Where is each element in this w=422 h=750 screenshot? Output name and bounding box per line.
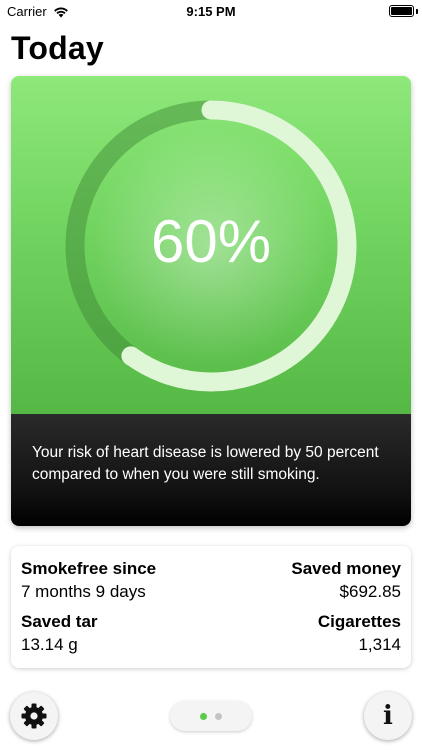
milestone-card[interactable]: 60% Your risk of heart disease is lowere… xyxy=(11,76,411,526)
info-icon: i xyxy=(383,701,393,731)
stat-saved-money-value: $692.85 xyxy=(339,582,401,601)
stat-saved-money-label: Saved money xyxy=(291,559,401,578)
stat-cigarettes: Cigarettes 1,314 xyxy=(318,611,401,657)
milestone-progress-panel: 60% xyxy=(11,76,411,414)
page-indicator[interactable] xyxy=(170,701,252,731)
milestone-description: Your risk of heart disease is lowered by… xyxy=(32,444,379,483)
stat-smokefree: Smokefree since 7 months 9 days xyxy=(21,558,156,604)
stats-card: Smokefree since 7 months 9 days Saved mo… xyxy=(11,546,411,668)
stat-saved-tar-label: Saved tar xyxy=(21,612,98,631)
stat-cigarettes-label: Cigarettes xyxy=(317,612,401,631)
progress-percent: 60% xyxy=(150,208,272,275)
battery-icon xyxy=(389,5,414,17)
stat-saved-tar: Saved tar 13.14 g xyxy=(21,611,98,657)
page-dot-1[interactable] xyxy=(200,712,207,720)
gear-icon xyxy=(21,703,47,729)
page-title: Today xyxy=(11,30,104,66)
status-bar: Carrier 9:15 PM xyxy=(0,0,422,22)
battery-tip xyxy=(416,9,418,14)
page-dot-2[interactable] xyxy=(215,712,222,720)
settings-button[interactable] xyxy=(10,692,58,740)
status-time: 9:15 PM xyxy=(186,4,236,19)
info-button[interactable]: i xyxy=(364,692,412,740)
milestone-description-panel: Your risk of heart disease is lowered by… xyxy=(11,414,411,526)
stat-smokefree-label: Smokefree since xyxy=(21,559,157,578)
stat-cigarettes-value: 1,314 xyxy=(358,635,401,654)
stat-saved-tar-value: 13.14 g xyxy=(21,635,78,654)
stat-smokefree-value: 7 months 9 days xyxy=(21,582,146,601)
stat-saved-money: Saved money $692.85 xyxy=(291,558,401,604)
